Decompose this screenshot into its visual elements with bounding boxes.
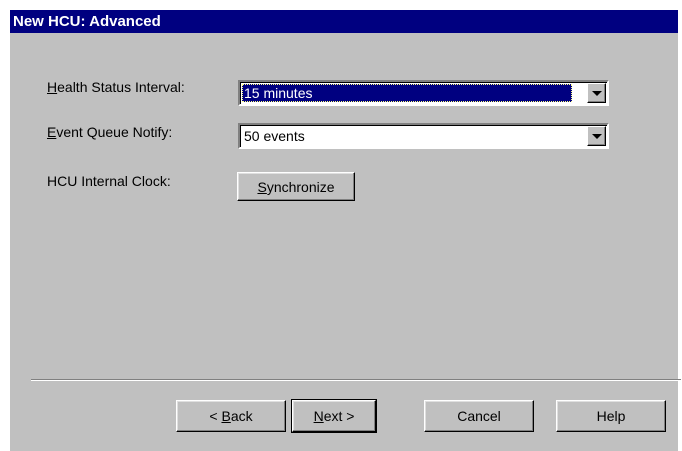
chevron-down-icon[interactable] <box>587 126 606 146</box>
event-queue-label-text: vent Queue Notify: <box>56 124 173 140</box>
help-button[interactable]: Help <box>556 400 666 432</box>
chevron-down-icon[interactable] <box>587 83 606 103</box>
next-mnemonic: N <box>313 408 324 424</box>
event-queue-notify-select[interactable]: 50 events <box>238 123 609 149</box>
health-status-interval-select[interactable]: 15 minutes <box>238 80 609 106</box>
event-queue-notify-label: Event Queue Notify: <box>47 124 172 140</box>
dialog-title: New HCU: Advanced <box>13 13 161 30</box>
health-status-interval-value: 15 minutes <box>242 84 572 102</box>
cancel-button[interactable]: Cancel <box>424 400 534 432</box>
synchronize-label: ynchronize <box>266 178 335 195</box>
health-status-mnemonic: H <box>47 79 58 95</box>
back-mnemonic: B <box>221 408 231 424</box>
next-button[interactable]: Next > <box>291 399 377 433</box>
health-status-label-text: ealth Status Interval: <box>57 79 185 95</box>
back-button[interactable]: < Back <box>176 400 286 432</box>
back-label: ack <box>230 408 253 424</box>
hcu-internal-clock-label: HCU Internal Clock: <box>47 173 171 189</box>
next-label: ext > <box>323 408 355 424</box>
health-status-interval-label: Health Status Interval: <box>47 79 185 95</box>
synchronize-mnemonic: S <box>257 178 267 195</box>
new-hcu-advanced-dialog: New HCU: Advanced Health Status Interval… <box>10 10 681 451</box>
footer-separator <box>31 379 681 381</box>
synchronize-button[interactable]: Synchronize <box>237 172 355 201</box>
event-queue-mnemonic: E <box>47 124 57 140</box>
dialog-title-bar: New HCU: Advanced <box>10 10 678 33</box>
back-prefix: < <box>209 408 222 424</box>
event-queue-notify-value: 50 events <box>244 128 305 144</box>
